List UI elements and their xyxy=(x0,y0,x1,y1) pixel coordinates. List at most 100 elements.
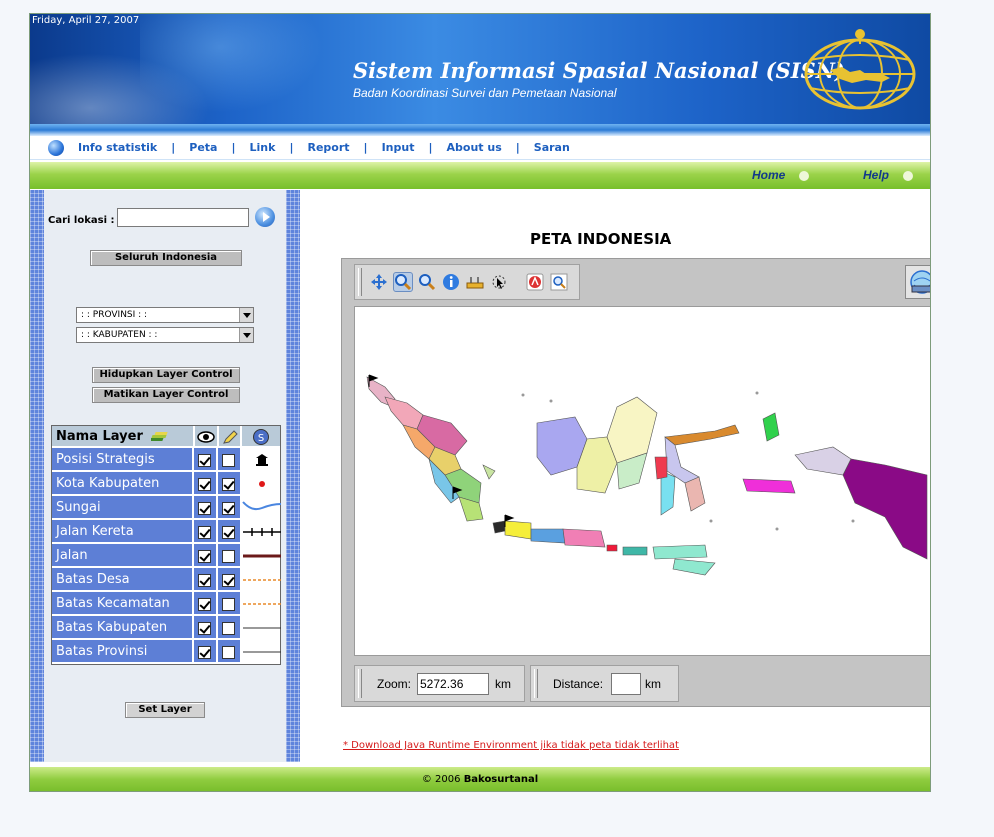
map-region-malut[interactable] xyxy=(762,412,780,442)
map-region-jateng[interactable] xyxy=(530,528,566,544)
distance-label: Distance: xyxy=(553,677,604,691)
print-map-button[interactable] xyxy=(905,265,930,299)
map-region-kaltim[interactable] xyxy=(606,396,658,464)
header-banner: Friday, April 27, 2007 Sistem Informasi … xyxy=(30,14,930,124)
zoom-extent-tool[interactable] xyxy=(549,272,569,292)
visible-checkbox[interactable] xyxy=(198,574,212,587)
footer-text: © 2006 Bakosurtanal xyxy=(30,774,930,785)
measure-tool[interactable] xyxy=(465,272,485,292)
visible-cell xyxy=(192,448,217,470)
search-input[interactable] xyxy=(117,208,249,227)
map-region-jatim[interactable] xyxy=(562,528,606,548)
red-dot-icon xyxy=(259,481,266,487)
arrow-icon xyxy=(903,170,914,181)
distance-field[interactable] xyxy=(611,673,641,695)
download-jre-link[interactable]: * Download Java Runtime Environment jika… xyxy=(343,740,679,751)
layer-row: Batas Kabupaten xyxy=(52,616,282,640)
nav-info-statistik[interactable]: Info statistik xyxy=(78,141,157,154)
home-button[interactable]: Home xyxy=(752,168,810,182)
visible-checkbox[interactable] xyxy=(198,502,212,515)
select-tool[interactable] xyxy=(489,272,509,292)
indonesia-map[interactable] xyxy=(355,307,931,656)
search-go-icon[interactable] xyxy=(255,207,275,227)
info-tool[interactable] xyxy=(441,272,461,292)
map-region-sultra[interactable] xyxy=(684,476,706,512)
nav-report[interactable]: Report xyxy=(308,141,350,154)
map-region-gorontalo[interactable] xyxy=(654,456,668,480)
active-checkbox[interactable] xyxy=(222,526,236,539)
active-column xyxy=(216,426,241,446)
layer-name: Kota Kabupaten xyxy=(52,472,193,494)
map-region-ntt[interactable] xyxy=(652,544,716,576)
legend-cell xyxy=(240,592,282,614)
legend-cell xyxy=(240,472,281,494)
map-region-sumut[interactable] xyxy=(384,396,424,430)
road-line-icon xyxy=(243,554,282,558)
active-cell xyxy=(216,544,241,566)
pan-tool[interactable] xyxy=(369,272,389,292)
map-region-maluku[interactable] xyxy=(742,478,796,494)
active-checkbox[interactable] xyxy=(222,502,236,515)
active-checkbox[interactable] xyxy=(222,646,236,659)
map-region-jabar[interactable] xyxy=(504,520,532,540)
map-region-ntb[interactable] xyxy=(622,546,648,556)
nav-peta[interactable]: Peta xyxy=(189,141,217,154)
footer: © 2006 Bakosurtanal xyxy=(30,766,930,791)
visible-checkbox[interactable] xyxy=(198,550,212,563)
pan-arrows-icon xyxy=(371,274,387,290)
map-region-bali[interactable] xyxy=(606,544,618,552)
legend-cell xyxy=(240,448,281,470)
chevron-down-icon[interactable] xyxy=(239,308,253,322)
map-region-babel[interactable] xyxy=(482,464,496,480)
map-canvas[interactable] xyxy=(354,306,931,656)
active-checkbox[interactable] xyxy=(222,478,236,491)
layer-table: Nama Layer S Posisi Strategis Kota Kabup… xyxy=(51,425,282,665)
map-toolbar xyxy=(354,264,580,300)
distance-bar: Distance: km xyxy=(530,665,679,702)
info-icon xyxy=(443,274,459,290)
nav-input[interactable]: Input xyxy=(382,141,415,154)
layer-header-label: Nama Layer xyxy=(52,426,193,446)
layer-row: Jalan xyxy=(52,544,282,568)
province-select[interactable]: : : PROVINSI : : xyxy=(76,307,254,323)
layer-control-off-button[interactable]: Matikan Layer Control xyxy=(92,387,240,403)
active-checkbox[interactable] xyxy=(222,574,236,587)
nav-saran[interactable]: Saran xyxy=(534,141,570,154)
visible-checkbox[interactable] xyxy=(198,646,212,659)
visible-checkbox[interactable] xyxy=(198,454,212,467)
map-region-sulut[interactable] xyxy=(664,424,740,446)
map-region-irjabar[interactable] xyxy=(794,446,852,476)
nav-about-us[interactable]: About us xyxy=(447,141,502,154)
layer-name: Batas Kabupaten xyxy=(52,616,193,638)
visible-checkbox[interactable] xyxy=(198,622,212,635)
kabupaten-select[interactable]: : : KABUPATEN : : xyxy=(76,327,254,343)
active-checkbox[interactable] xyxy=(222,598,236,611)
active-checkbox[interactable] xyxy=(222,454,236,467)
map-print-icon xyxy=(910,270,930,294)
pdf-tool[interactable] xyxy=(525,272,545,292)
zoom-in-tool[interactable] xyxy=(393,272,413,292)
layer-row: Batas Desa xyxy=(52,568,282,592)
visible-checkbox[interactable] xyxy=(198,598,212,611)
active-checkbox[interactable] xyxy=(222,550,236,563)
layer-control-on-button[interactable]: Hidupkan Layer Control xyxy=(92,367,240,383)
map-region-papua[interactable] xyxy=(842,458,928,560)
distance-unit: km xyxy=(645,677,661,691)
nav-link[interactable]: Link xyxy=(250,141,276,154)
sidebar-border-left xyxy=(30,190,44,762)
map-region-banten[interactable] xyxy=(492,520,506,534)
select-pointer-icon xyxy=(492,275,506,289)
active-checkbox[interactable] xyxy=(222,622,236,635)
visible-checkbox[interactable] xyxy=(198,526,212,539)
railway-line-icon xyxy=(243,528,282,536)
layer-table-header: Nama Layer S xyxy=(52,426,280,448)
set-layer-button[interactable]: Set Layer xyxy=(125,702,205,718)
zoom-out-tool[interactable] xyxy=(417,272,437,292)
visible-checkbox[interactable] xyxy=(198,478,212,491)
globe-logo-icon xyxy=(804,29,916,110)
chevron-down-icon[interactable] xyxy=(239,328,253,342)
whole-country-button[interactable]: Seluruh Indonesia xyxy=(90,250,242,266)
zoom-field[interactable]: 5272.36 xyxy=(417,673,489,695)
help-button[interactable]: Help xyxy=(863,168,914,182)
active-cell xyxy=(216,640,241,662)
